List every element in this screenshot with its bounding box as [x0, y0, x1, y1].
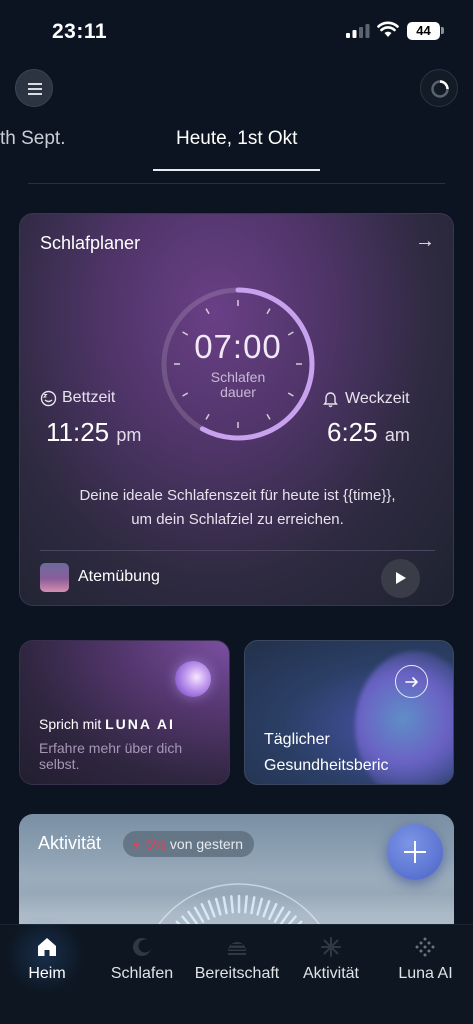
alarm-bell-icon: [323, 392, 338, 408]
add-button[interactable]: [387, 824, 443, 880]
activity-icon: [321, 937, 341, 957]
menu-button[interactable]: [15, 69, 53, 107]
bedtime-moon-icon: [40, 390, 57, 407]
bedtime-label: Bettzeit: [62, 389, 116, 406]
play-icon: [396, 572, 406, 584]
play-button[interactable]: [381, 559, 420, 598]
bottom-tab-bar: Heim Schlafen Bereitschaft Aktivität Lun…: [0, 915, 473, 1024]
activity-change-value: 5%: [145, 836, 167, 852]
luna-orb-icon: [175, 661, 211, 697]
tab-sleep[interactable]: Schlafen: [94, 925, 190, 1024]
gauge-tick: [250, 896, 256, 915]
waketime-value[interactable]: 6:25 am: [327, 417, 410, 448]
home-icon: [38, 938, 56, 956]
tab-activity[interactable]: Aktivität: [284, 925, 378, 1024]
battery-tip: [441, 27, 444, 34]
divider: [40, 550, 435, 551]
date-tab-indicator: [153, 169, 320, 171]
tab-readiness[interactable]: Bereitschaft: [190, 925, 284, 1024]
ring-icon: [431, 80, 449, 98]
dial-tick: [205, 308, 210, 315]
luna-card-subtitle: Erfahre mehr über dich selbst.: [39, 740, 183, 772]
dial-tick: [205, 413, 210, 420]
sleep-duration-label: Schlafen dauer: [210, 369, 266, 400]
gauge-tick: [256, 897, 264, 916]
dial-tick: [266, 413, 271, 420]
readiness-icon: [228, 942, 246, 955]
daily-health-report-card[interactable]: Täglicher Gesundheitsberic: [244, 640, 454, 785]
tab-luna-ai[interactable]: Luna AI: [378, 925, 473, 1024]
gauge-tick: [222, 896, 228, 915]
activity-title: Aktivität: [38, 833, 102, 853]
activity-change-badge: ▼ 5% von gestern: [123, 831, 254, 857]
status-bar: 23:11 44: [0, 0, 473, 60]
date-tab-current[interactable]: Heute, 1st Okt: [176, 128, 297, 150]
luna-card-title: Sprich mit LUNA AI: [39, 716, 175, 732]
bedtime-value[interactable]: 11:25 pm: [46, 417, 141, 448]
report-open-button[interactable]: [395, 665, 428, 698]
status-time: 23:11: [52, 20, 108, 43]
date-tab-previous[interactable]: th Sept.: [0, 128, 66, 150]
wifi-icon: [377, 21, 399, 37]
hamburger-icon: [28, 83, 42, 85]
gauge-tick: [273, 906, 285, 923]
waketime-label: Weckzeit: [345, 390, 410, 407]
report-card-title: Täglicher Gesundheitsberic: [264, 731, 389, 774]
luna-ai-card[interactable]: Sprich mit LUNA AI Erfahre mehr über dic…: [19, 640, 230, 785]
battery-icon: 44: [407, 22, 440, 40]
luna-brand-logo: LUNA AI: [105, 716, 175, 732]
gauge-tick: [268, 902, 278, 920]
divider: [28, 183, 445, 184]
moon-icon: [133, 938, 152, 956]
sleep-planner-card[interactable]: Schlafplaner → 07:00 Schlafen dauer Bett…: [19, 213, 454, 606]
breathing-exercise-label[interactable]: Atemübung: [78, 568, 160, 586]
card-title: Schlafplaner: [40, 233, 141, 253]
ring-status-button[interactable]: [420, 69, 458, 107]
dial-tick: [266, 308, 271, 315]
gauge-tick: [214, 897, 222, 916]
sparkle-icon: [415, 937, 435, 957]
gauge-tick: [200, 902, 210, 920]
gauge-tick: [207, 900, 216, 918]
gauge-tick: [230, 895, 234, 914]
activity-change-text: von gestern: [169, 836, 244, 852]
cellular-signal-icon: [346, 24, 370, 38]
gauge-tick: [244, 895, 248, 914]
breathing-exercise-thumbnail: [40, 563, 69, 592]
tab-home[interactable]: Heim: [0, 915, 94, 1024]
arrow-right-icon[interactable]: →: [415, 230, 435, 253]
gauge-tick: [193, 906, 205, 923]
gauge-tick: [262, 900, 271, 918]
arrow-right-icon: [405, 677, 418, 687]
sleep-duration-value: 07:00: [194, 328, 282, 365]
arrow-down-icon: ▼: [131, 840, 142, 852]
planner-message: Deine ideale Schlafenszeit für heute ist…: [79, 487, 396, 528]
